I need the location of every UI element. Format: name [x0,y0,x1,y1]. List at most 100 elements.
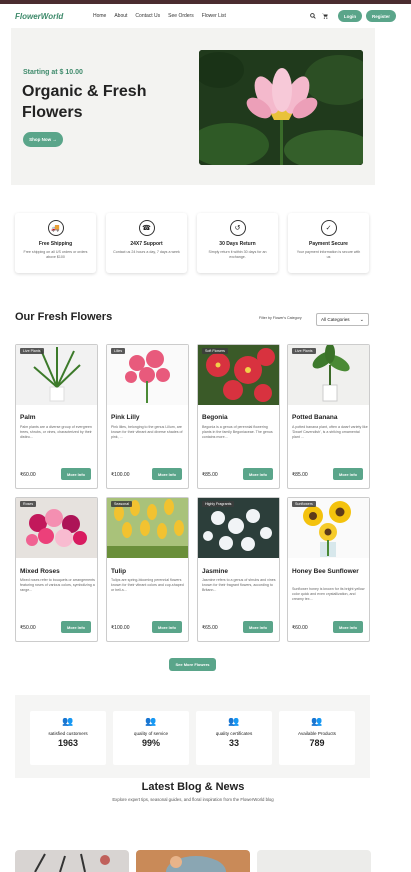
product-image [107,498,188,558]
users-icon: 👥 [311,716,323,726]
product-desc: Tulips are spring-blooming perennial flo… [111,578,184,592]
blog-post-image[interactable] [257,850,371,872]
product-price: ₹60.00 [292,625,308,631]
category-badge: Soft Flowers [202,348,228,354]
stat-value: 99% [141,738,160,748]
feature-card: ✓ Payment Secure Your payment informatio… [288,213,369,273]
product-desc: Sunflower honey is known for its bright … [292,587,365,601]
stat-card: 👥 Available Products 789 [279,711,355,765]
product-price: ₹85.00 [292,472,308,478]
nav-link-flower-list[interactable]: Flower List [202,13,226,19]
search-icon[interactable] [310,13,316,19]
users-icon: 👥 [228,716,240,726]
product-name: Jasmine [202,568,229,575]
product-name: Pink Lilly [111,414,140,421]
category-filter-select[interactable]: All Categories ⌄ [316,313,369,326]
filter-label: Filter by Flower's Category [259,316,302,320]
product-card: Highly Fragrants Jasmine Jasmine refers … [197,497,280,642]
product-desc: A potted banana plant, often a dwarf var… [292,425,368,439]
feature-title: Free Shipping [38,241,73,247]
product-image [107,345,188,405]
feature-card: ↺ 30 Days Return Simply return it within… [197,213,278,273]
product-price: ₹85.00 [202,472,218,478]
product-image [198,498,279,558]
shield-icon: ✓ [320,220,337,236]
more-info-button[interactable]: More Info [333,621,363,633]
product-card: Live Plants Palm Palm plants are a diver… [15,344,98,489]
more-info-button[interactable]: More Info [152,468,182,480]
product-image [288,345,369,405]
truck-icon: 🚚 [47,220,64,236]
nav-link-about[interactable]: About [114,13,127,19]
product-price: ₹50.00 [20,625,36,631]
logo[interactable]: FlowerWorld [15,12,90,21]
product-desc: Jasmine refers to a genus of shrubs and … [202,578,276,592]
nav-link-contact[interactable]: Contact Us [135,13,160,19]
hero-banner: Starting at $ 10.00 Organic & Fresh Flow… [11,28,375,185]
category-badge: Sunflowers [292,501,316,507]
shop-now-button[interactable]: Shop Now → [23,132,63,147]
nav-menu: Home About Contact Us See Orders Flower … [90,13,310,19]
product-desc: Begonia is a genus of perennial flowerin… [202,425,273,439]
product-image [198,345,279,405]
product-desc: Palm plants are a diverse group of everg… [20,425,92,439]
product-image [288,498,369,558]
hero-title: Organic & Fresh Flowers [22,83,147,121]
more-info-button[interactable]: More Info [152,621,182,633]
more-info-button[interactable]: More Info [243,621,273,633]
category-badge: Live Plants [292,348,316,354]
chevron-down-icon: ⌄ [359,316,364,323]
product-card: Lilies Pink Lilly Pink lilies, belonging… [106,344,189,489]
feature-card: 🚚 Free Shipping Free shipping on all US … [15,213,96,273]
stat-label: quality of service [133,731,169,736]
stat-card: 👥 quality certificates 33 [196,711,272,765]
see-more-button[interactable]: See More Flowers [169,658,216,671]
more-info-button[interactable]: More Info [243,468,273,480]
users-icon: 👥 [62,716,74,726]
blog-post-image[interactable] [136,850,250,872]
product-price: ₹100.00 [111,472,130,478]
register-button[interactable]: Register [366,10,396,22]
more-info-button[interactable]: More Info [333,468,363,480]
product-name: Begonia [202,414,228,421]
section-title: Our Fresh Flowers [15,311,113,323]
users-icon: 👥 [145,716,157,726]
stat-label: Available Products [298,731,336,736]
blog-title: Latest Blog & News [141,781,245,793]
navbar: FlowerWorld Home About Contact Us See Or… [0,4,411,28]
cart-icon[interactable] [322,13,328,19]
stat-value: 1963 [57,738,79,748]
stats-section: 👥 satisfied customers 1963 👥 quality of … [15,695,370,778]
stat-card: 👥 quality of service 99% [113,711,189,765]
stat-value: 33 [228,738,239,748]
blog-post-image[interactable] [15,850,129,872]
nav-link-orders[interactable]: See Orders [168,13,194,19]
feature-title: 30 Days Return [219,241,256,247]
product-card: Live Plants Potted Banana A potted banan… [287,344,370,489]
feature-card: ☎ 24X7 Support Contact us 24 hours a day… [106,213,187,273]
product-price: ₹100.00 [111,625,130,631]
product-price: ₹60.00 [20,472,36,478]
category-badge: Lilies [111,348,126,354]
nav-link-home[interactable]: Home [93,13,106,19]
category-badge: Live Plants [20,348,44,354]
support-icon: ☎ [138,220,155,236]
product-card: Roses Mixed Roses Mixed roses refer to b… [15,497,98,642]
feature-title: Payment Secure [309,241,348,247]
category-badge: Highly Fragrants [202,501,235,507]
more-info-button[interactable]: More Info [61,621,91,633]
login-button[interactable]: Login [338,10,362,22]
blog-subtitle: Explore expert tips, seasonal guides, an… [112,797,274,802]
product-name: Potted Banana [292,414,338,421]
product-card: Soft Flowers Begonia Begonia is a genus … [197,344,280,489]
product-name: Tulip [111,568,127,575]
product-card: Seasonal Tulip Tulips are spring-bloomin… [106,497,189,642]
product-image [16,498,97,558]
product-desc: Mixed roses refer to bouquets or arrange… [20,578,95,592]
product-name: Palm [20,414,36,421]
category-badge: Roses [20,501,37,507]
product-image [16,345,97,405]
stat-label: satisfied customers [48,731,88,736]
features-row: 🚚 Free Shipping Free shipping on all US … [15,213,369,273]
more-info-button[interactable]: More Info [61,468,91,480]
